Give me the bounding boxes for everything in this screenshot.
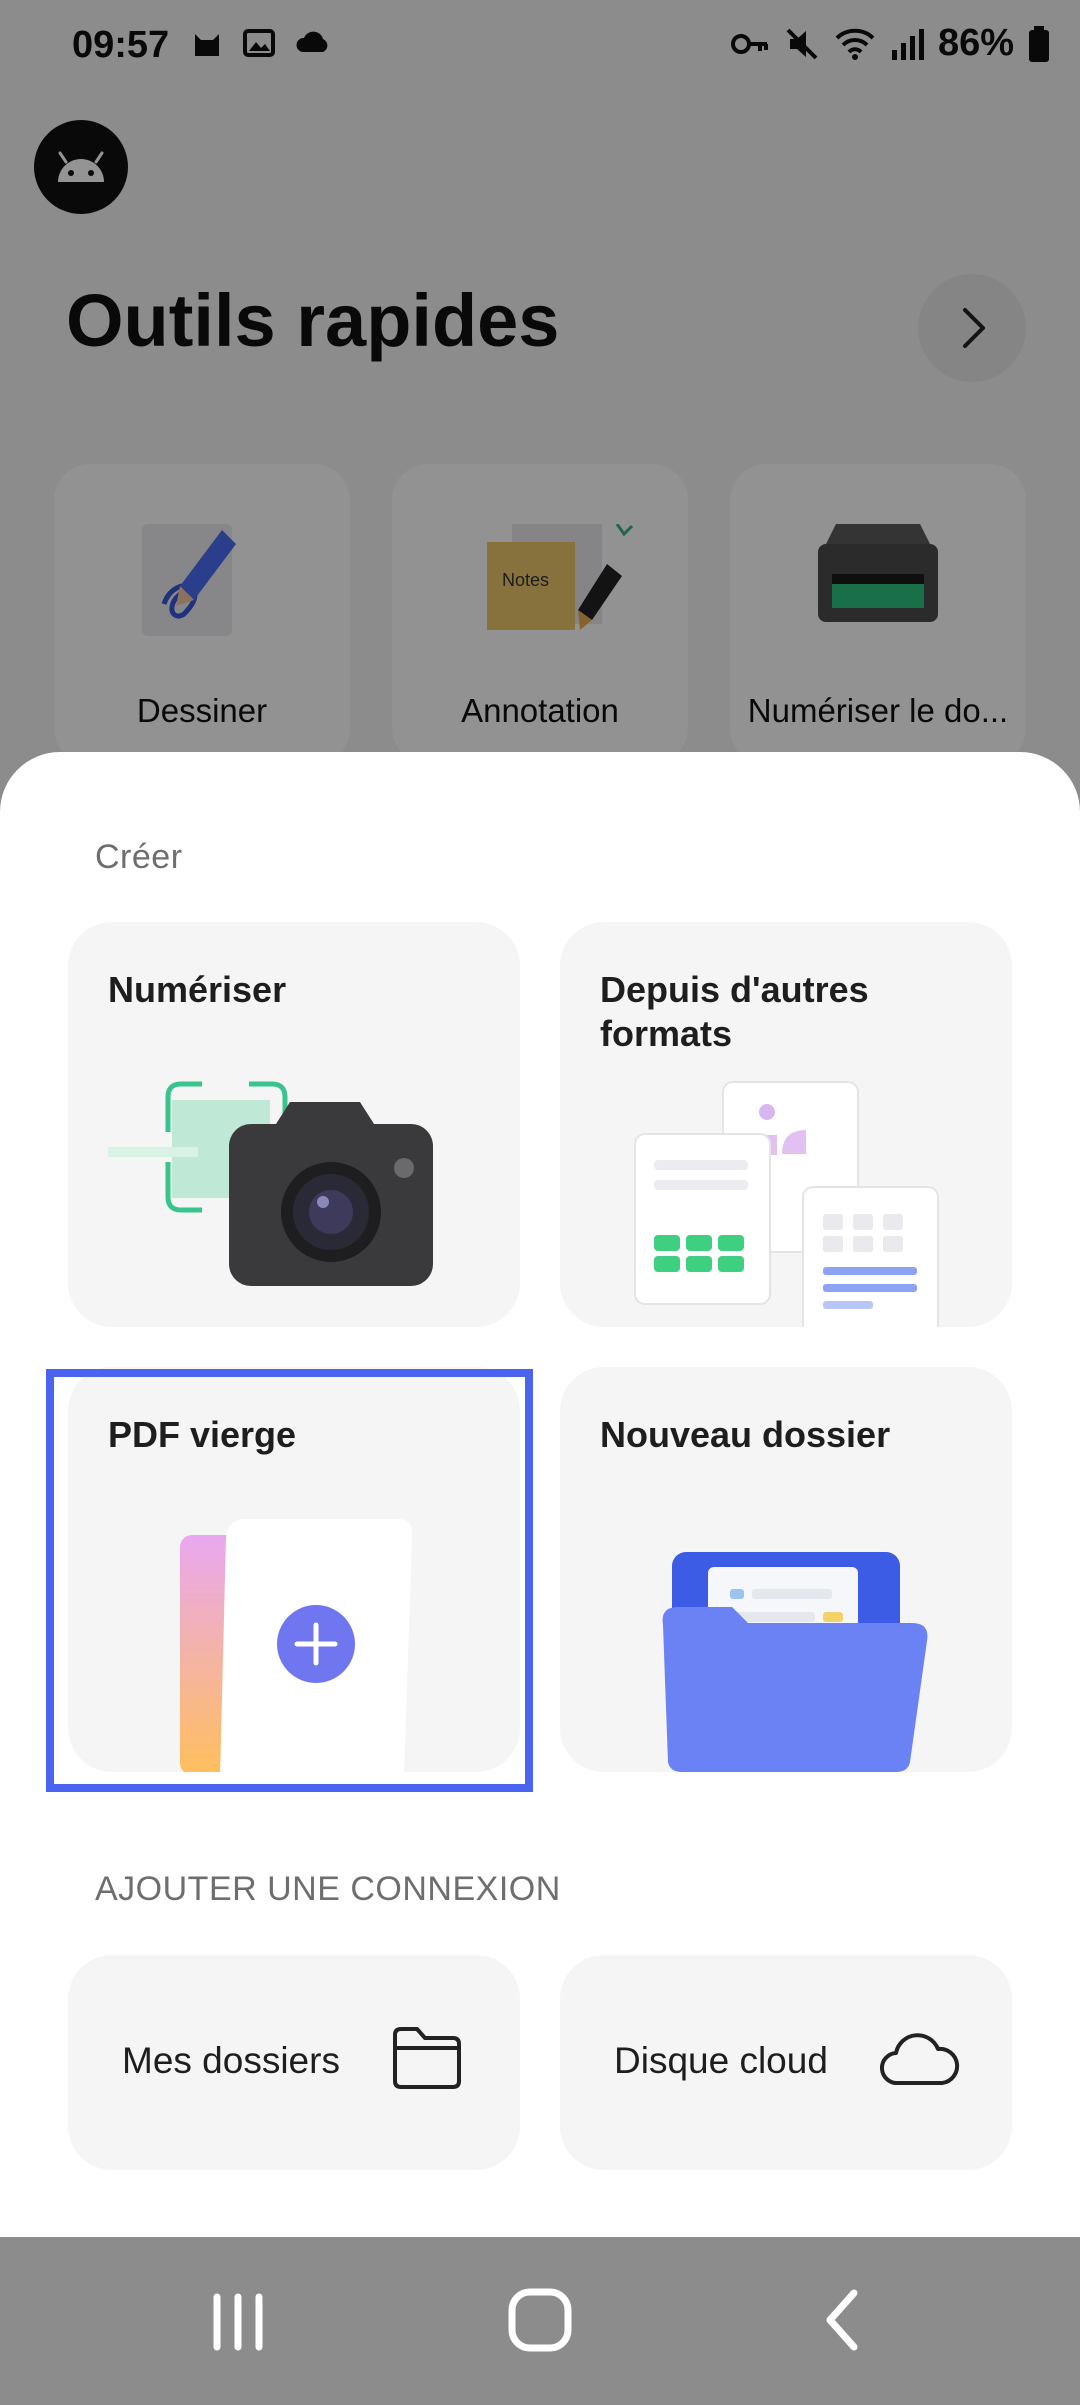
cloud-drive-button[interactable]: Disque cloud (560, 1955, 1012, 2170)
new-folder-card[interactable]: Nouveau dossier (560, 1367, 1012, 1772)
navigation-bar (0, 2237, 1080, 2400)
cloud-drive-label: Disque cloud (614, 2040, 828, 2081)
scan-card-title: Numériser (108, 969, 287, 1010)
recents-button[interactable] (138, 2237, 338, 2400)
back-button[interactable] (742, 2237, 942, 2400)
back-icon (826, 2289, 858, 2351)
other-formats-card-title: Depuis d'autres formats (600, 969, 869, 1054)
connection-section-label: AJOUTER UNE CONNEXION (95, 1870, 561, 1908)
home-button[interactable] (440, 2237, 640, 2400)
blank-pdf-highlight (46, 1369, 533, 1792)
recents-icon (213, 2293, 263, 2351)
create-section-label: Créer (95, 838, 183, 876)
home-icon (508, 2288, 572, 2352)
my-folders-button[interactable]: Mes dossiers (68, 1955, 520, 2170)
other-formats-card[interactable]: Depuis d'autres formats (560, 922, 1012, 1327)
cloud-outline-icon (879, 2033, 960, 2086)
my-folders-label: Mes dossiers (122, 2040, 340, 2081)
scan-card[interactable]: Numériser (68, 922, 520, 1327)
folder-outline-icon (393, 2027, 461, 2089)
new-folder-card-title: Nouveau dossier (600, 1414, 891, 1455)
